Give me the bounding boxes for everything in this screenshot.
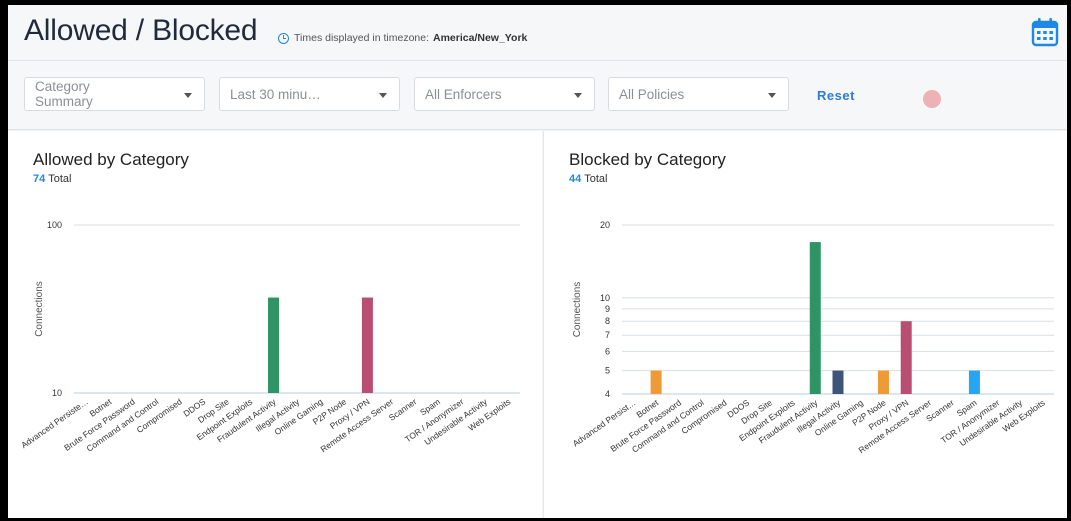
timezone-value: America/New_York — [433, 32, 528, 44]
category-select[interactable]: Category Summary — [24, 77, 205, 111]
policies-select[interactable]: All Policies — [608, 77, 789, 111]
status-dot — [923, 90, 941, 108]
category-select-line1: Category — [35, 79, 90, 94]
blocked-panel: Blocked by Category 44 Total 4 5 6 7 8 9 10 20 Co… — [543, 131, 1067, 518]
blocked-bar — [968, 370, 980, 394]
allowed-bar — [361, 297, 373, 393]
allowed-panel: Allowed by Category 74 Total 10 100 Connect… — [8, 131, 542, 518]
enforcers-select[interactable]: All Enforcers — [414, 77, 595, 111]
blocked-bar — [809, 242, 821, 394]
allowed-chart: 10100ConnectionsAdvanced Persiste…Botnet… — [19, 220, 520, 454]
blocked-bar — [832, 370, 844, 394]
blocked-bar — [877, 370, 889, 394]
blocked-bar — [650, 370, 662, 394]
chevron-down-icon — [184, 93, 192, 98]
category-select-line2: Summary — [35, 94, 93, 109]
time-range-select[interactable]: Last 30 minu… — [219, 77, 400, 111]
allowed-ytick-label: 100 — [47, 220, 62, 230]
reset-button[interactable]: Reset — [817, 88, 855, 103]
blocked-ytick-label: 5 — [605, 366, 610, 376]
allowed-ytick-label: 10 — [52, 388, 62, 398]
blocked-ytick-label: 20 — [600, 220, 610, 230]
clock-icon — [278, 32, 289, 44]
calendar-icon[interactable] — [1031, 17, 1059, 47]
timezone-label: Times displayed in timezone: — [294, 32, 430, 44]
blocked-ytick-label: 7 — [605, 330, 610, 340]
blocked-chart: 4567891020ConnectionsAdvanced Persist…Bo… — [571, 220, 1054, 455]
timezone-note: Times displayed in timezone: America/New… — [278, 32, 527, 44]
blocked-ytick-label: 4 — [605, 389, 610, 399]
blocked-ylabel: Connections — [572, 282, 583, 338]
allowed-ylabel: Connections — [34, 281, 45, 337]
blocked-ytick-label: 6 — [605, 346, 610, 356]
blocked-ytick-label: 8 — [605, 316, 610, 326]
chevron-down-icon — [768, 93, 776, 98]
blocked-bar — [900, 321, 912, 394]
app-frame: Allowed / Blocked Times displayed in tim… — [8, 5, 1067, 518]
blocked-ytick-label: 10 — [600, 293, 610, 303]
chevron-down-icon — [574, 93, 582, 98]
page-header: Allowed / Blocked Times displayed in tim… — [8, 5, 1067, 60]
time-range-value: Last 30 minu… — [230, 86, 321, 102]
enforcers-value: All Enforcers — [425, 86, 502, 102]
chevron-down-icon — [379, 93, 387, 98]
allowed-bar — [268, 297, 280, 393]
page-title: Allowed / Blocked — [24, 14, 258, 47]
filter-bar: Category Summary Last 30 minu… All Enfor… — [8, 60, 1067, 130]
blocked-ytick-label: 9 — [605, 304, 610, 314]
policies-value: All Policies — [619, 86, 685, 102]
